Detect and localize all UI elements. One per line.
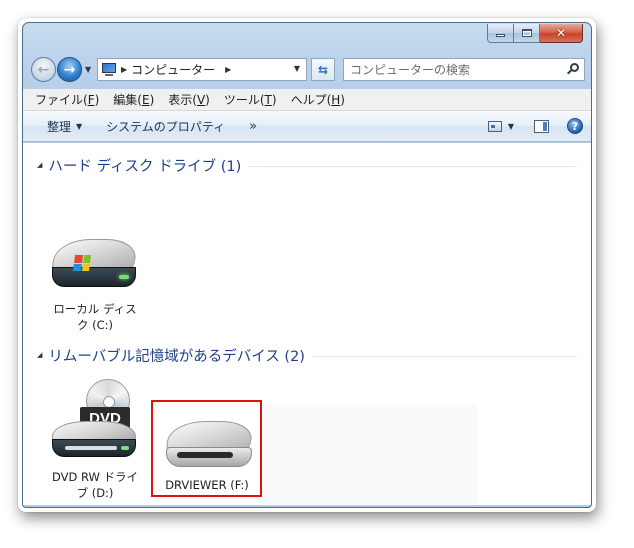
- breadcrumb-chevron-icon[interactable]: ▶: [225, 65, 231, 74]
- group-title-hdd: ハード ディスク ドライブ (1): [48, 158, 242, 175]
- caption-buttons: ✕: [487, 24, 583, 44]
- breadcrumb-computer[interactable]: コンピューター: [131, 61, 215, 78]
- refresh-button[interactable]: ⇆: [311, 58, 335, 81]
- minimize-button[interactable]: [487, 24, 514, 43]
- explorer-window: ✕ ← → ▼ ▶ コンピューター ▶ ▼ ⇆ ファイル(F) 編集(E) 表示…: [22, 22, 592, 508]
- preview-pane-icon[interactable]: [534, 119, 549, 133]
- drive-dvd-d[interactable]: DVD DVD RW ドライ ブ (D:): [45, 379, 145, 501]
- command-bar: 整理 ▼ システムのプロパティ » ▼ ?: [23, 111, 591, 142]
- view-options-chevron-icon[interactable]: ▼: [508, 122, 514, 131]
- group-header-removable[interactable]: ◢ リムーバブル記憶域があるデバイス (2): [37, 345, 577, 365]
- search-box[interactable]: [343, 58, 585, 81]
- search-icon[interactable]: [567, 63, 579, 76]
- breadcrumb-separator-icon[interactable]: ▶: [121, 65, 127, 74]
- group-divider: [312, 355, 577, 357]
- system-properties-button[interactable]: システムのプロパティ: [106, 118, 225, 135]
- drive-local-c[interactable]: ローカル ディス ク (C:): [45, 233, 145, 333]
- help-icon[interactable]: ?: [567, 118, 583, 134]
- close-button[interactable]: ✕: [540, 24, 583, 43]
- collapse-triangle-icon[interactable]: ◢: [37, 161, 42, 169]
- menu-bar: ファイル(F) 編集(E) 表示(V) ツール(T) ヘルプ(H): [23, 89, 591, 111]
- collapse-triangle-icon[interactable]: ◢: [37, 351, 42, 359]
- group-header-hdd[interactable]: ◢ ハード ディスク ドライブ (1): [37, 155, 577, 175]
- group-divider: [249, 165, 577, 167]
- computer-icon: [101, 62, 117, 77]
- more-commands-button[interactable]: »: [249, 119, 257, 134]
- back-button[interactable]: ←: [31, 57, 56, 82]
- refresh-icon: ⇆: [317, 62, 329, 77]
- hard-disk-icon: [50, 233, 140, 295]
- address-row: ← → ▼ ▶ コンピューター ▶ ▼ ⇆: [29, 55, 585, 82]
- maximize-icon: [521, 29, 532, 37]
- drive-label: DVD RW ドライ: [51, 470, 139, 484]
- dvd-drive-icon: DVD: [50, 379, 140, 465]
- content-pane[interactable]: ◢ ハード ディスク ドライブ (1) ローカル ディス ク (C:) ◢ リム…: [23, 143, 591, 505]
- address-bar[interactable]: ▶ コンピューター ▶ ▼: [97, 58, 307, 81]
- menu-help[interactable]: ヘルプ(H): [291, 91, 345, 108]
- view-controls: ▼ ?: [487, 118, 583, 134]
- organize-button[interactable]: 整理 ▼: [47, 118, 82, 135]
- menu-file[interactable]: ファイル(F): [35, 91, 99, 108]
- drive-label: ローカル ディス: [53, 302, 137, 316]
- highlight-annotation: [151, 400, 262, 497]
- menu-edit[interactable]: 編集(E): [113, 91, 154, 108]
- drive-label: ク (C:): [76, 318, 114, 332]
- address-dropdown-icon[interactable]: ▼: [294, 64, 300, 73]
- menu-view[interactable]: 表示(V): [168, 91, 210, 108]
- selection-area: [263, 405, 477, 505]
- group-title-removable: リムーバブル記憶域があるデバイス (2): [48, 348, 305, 365]
- search-input[interactable]: [350, 61, 550, 79]
- forward-button[interactable]: →: [57, 57, 82, 82]
- change-view-icon[interactable]: [487, 120, 502, 132]
- back-arrow-icon: ←: [37, 61, 50, 78]
- forward-arrow-icon: →: [63, 61, 76, 78]
- maximize-button[interactable]: [514, 24, 540, 43]
- drive-label: ブ (D:): [76, 486, 114, 500]
- chevron-down-icon: ▼: [76, 121, 83, 131]
- menu-tools[interactable]: ツール(T): [224, 91, 277, 108]
- minimize-icon: [496, 34, 505, 37]
- recent-pages-dropdown[interactable]: ▼: [85, 65, 91, 74]
- close-icon: ✕: [555, 26, 567, 40]
- windows-logo-icon: [72, 255, 92, 271]
